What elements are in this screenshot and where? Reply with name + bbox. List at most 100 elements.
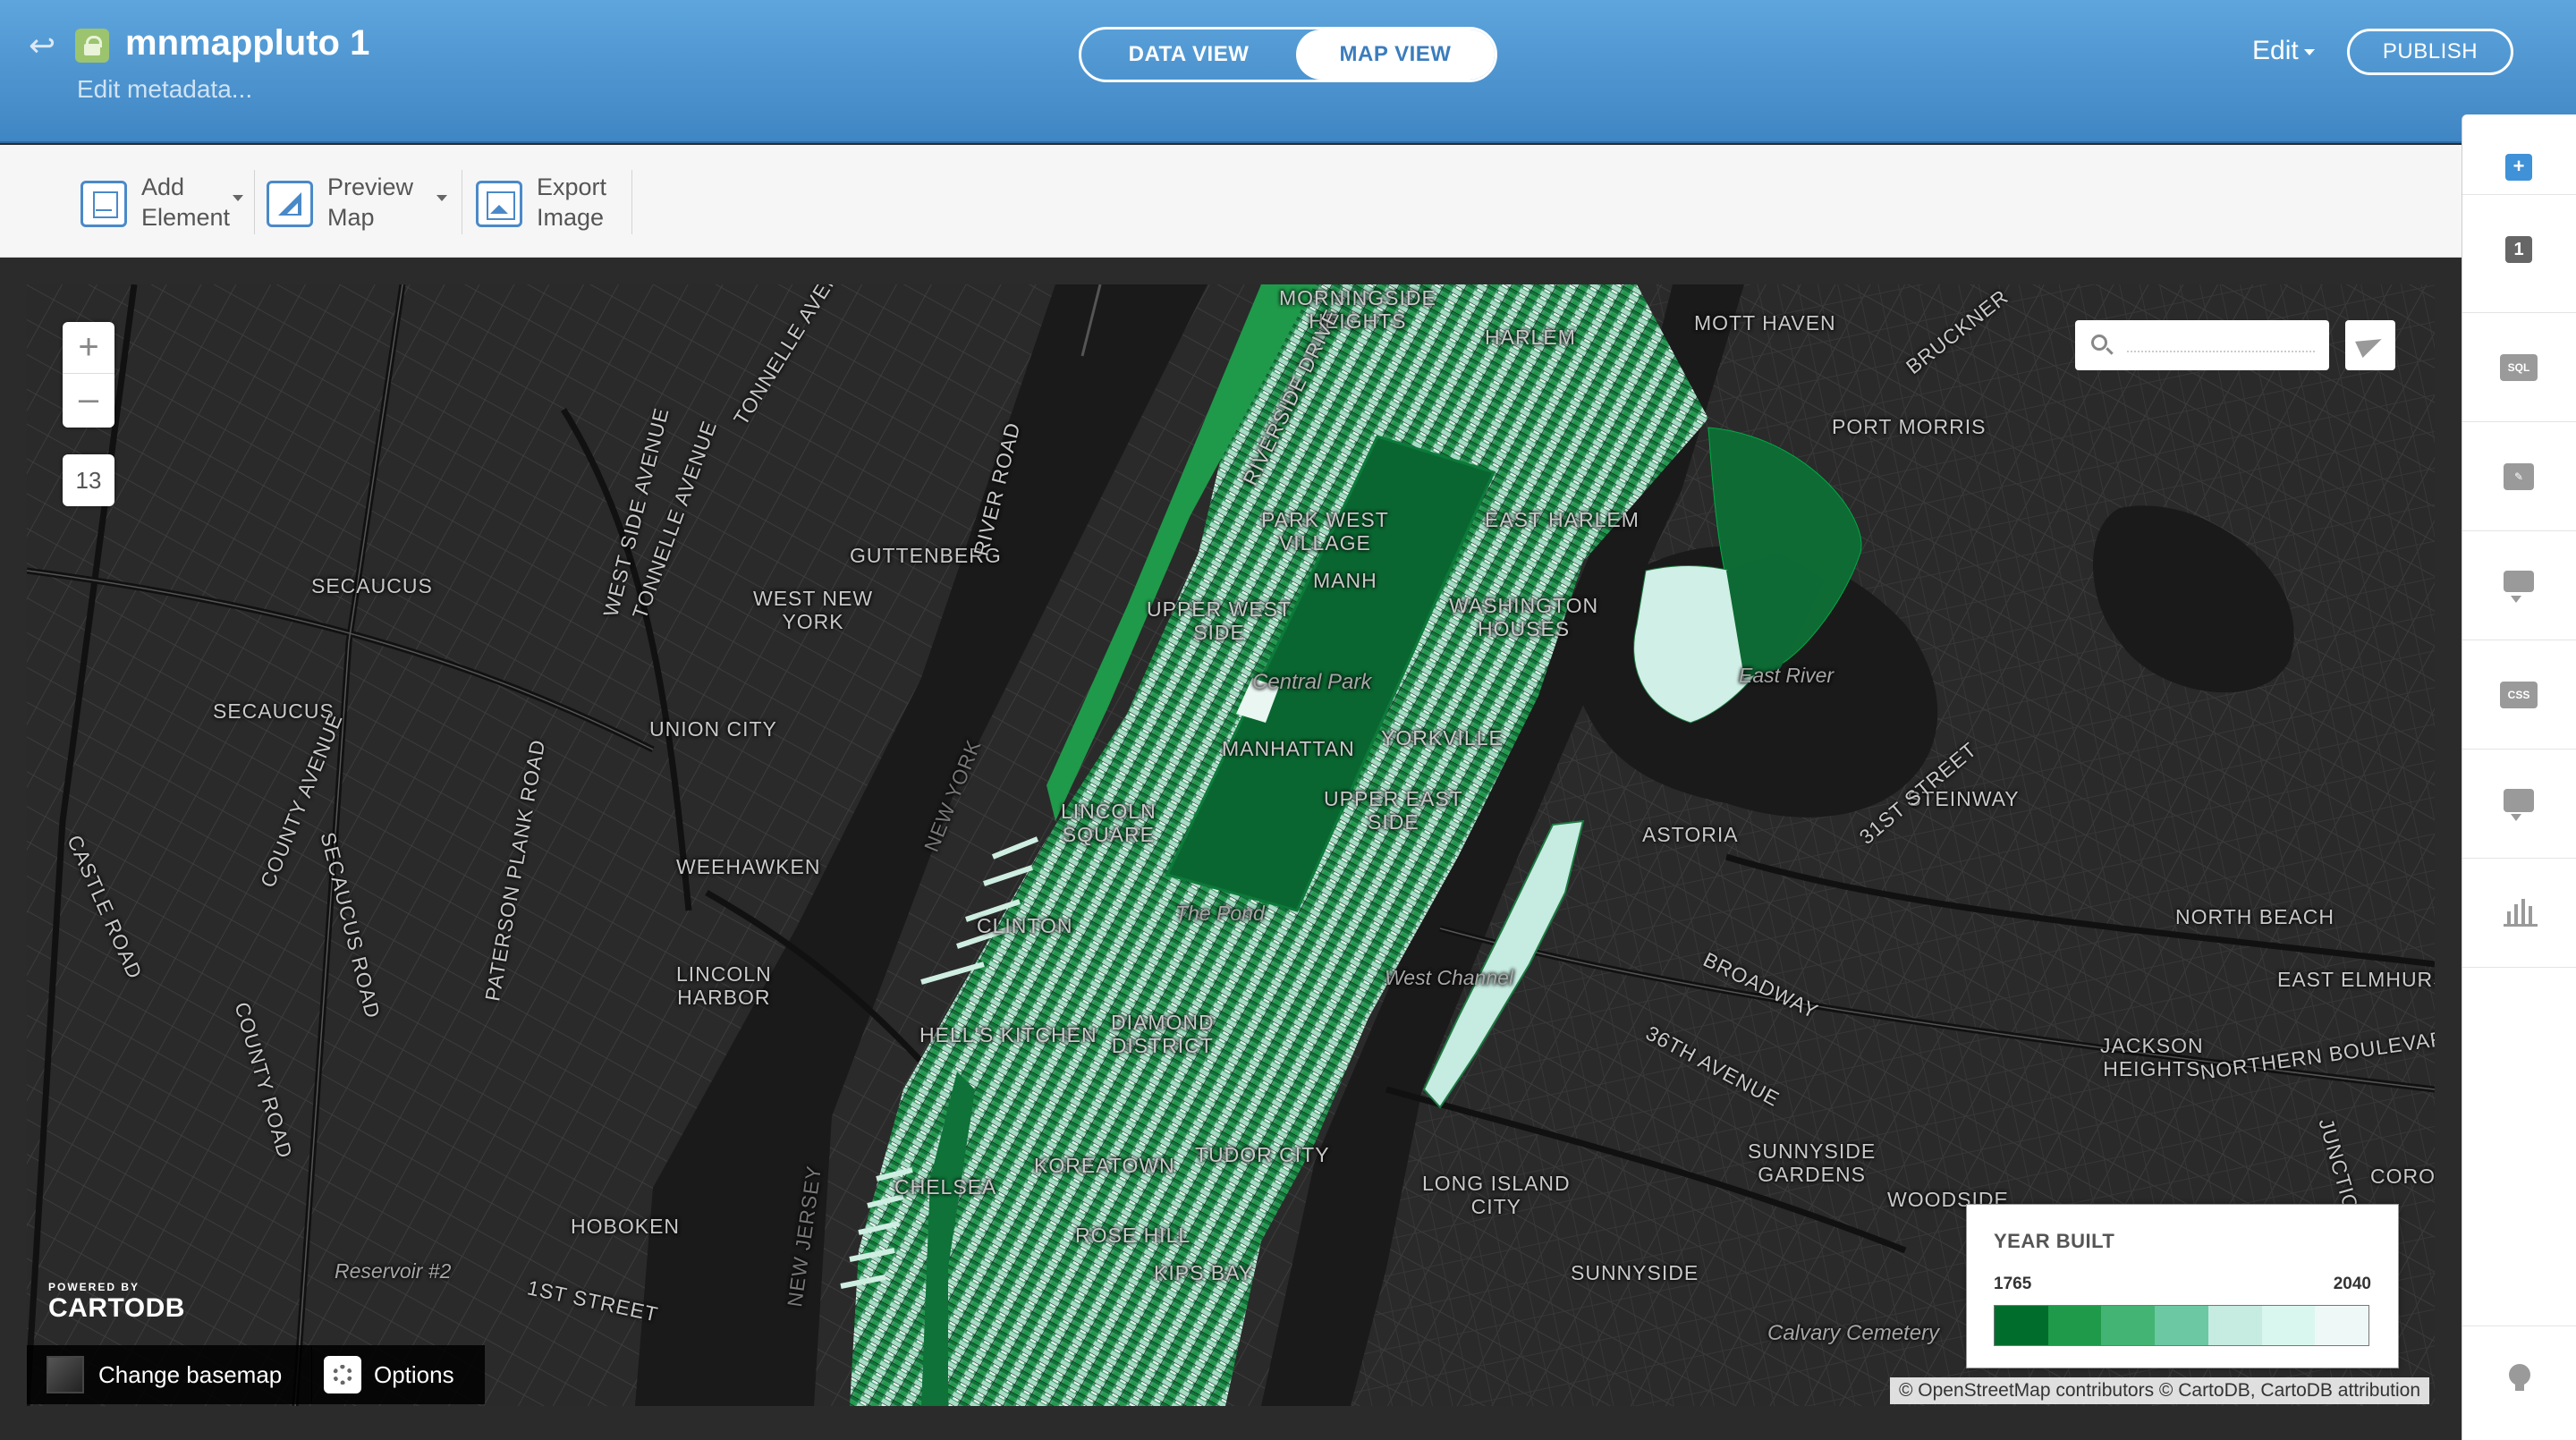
sidebar-item-infowindow[interactable] [2462,531,2576,640]
legend-min: 1765 [1994,1275,2032,1293]
edit-metadata-link[interactable]: Edit metadata... [77,75,252,104]
preview-map-label-2: Map [327,204,375,231]
chevron-down-icon [2303,48,2315,55]
sidebar-item-tips[interactable] [2462,1326,2576,1435]
map-label-park-west: PARK WEST VILLAGE [1261,508,1389,555]
map-label-sunnyside: SUNNYSIDE [1571,1261,1699,1284]
search-icon [2091,335,2107,351]
sidebar-item-wizards[interactable]: ✎ [2462,422,2576,531]
sidebar-item-css[interactable]: CSS [2462,640,2576,750]
gear-icon [324,1356,361,1393]
map-label-secaucus-2: SECAUCUS [213,699,335,723]
map-label-lincoln-square: LINCOLN SQUARE [1061,800,1157,846]
map-label-sunnyside-gardens: SUNNYSIDE GARDENS [1748,1139,1877,1186]
preview-map-button[interactable]: Preview Map [267,172,454,234]
map-label-hoboken: HOBOKEN [571,1215,681,1238]
legend-swatch-6 [2261,1306,2316,1345]
map-label-jackson-heights: JACKSON HEIGHTS [2100,1034,2204,1080]
data-view-tab[interactable]: DATA VIEW [1081,30,1296,80]
app-header: ↩ mnmappluto 1 Edit metadata... DATA VIE… [0,0,2576,143]
map-canvas[interactable]: MORNINGSIDE HEIGHTS HARLEM MOTT HAVEN POR… [27,284,2435,1406]
map-label-weehawken: WEEHAWKEN [676,855,821,878]
toolbar-divider [254,170,255,234]
map-label-morningside: MORNINGSIDE HEIGHTS [1279,286,1436,333]
map-label-tudor: TUDOR CITY [1195,1143,1330,1166]
zoom-level-indicator: 13 [63,454,114,506]
map-label-reservoir: Reservoir #2 [335,1259,452,1283]
publish-button[interactable]: PUBLISH [2347,29,2513,75]
map-search-box[interactable] [2075,320,2329,370]
chevron-down-icon[interactable] [233,195,243,201]
map-label-diamond: DIAMOND DISTRICT [1111,1011,1215,1057]
map-label-washington-houses: WASHINGTON HOUSES [1449,594,1599,640]
map-label-calvary: Calvary Cemetery [1767,1321,1940,1345]
sidebar-item-add-layer[interactable]: + [2462,114,2576,195]
css-icon: CSS [2500,682,2538,708]
layer-number-icon: 1 [2505,236,2532,263]
map-label-yorkville: YORKVILLE [1381,726,1504,750]
basemap-thumbnail-icon [47,1356,84,1393]
sidebar-item-layer-1[interactable]: 1 [2462,195,2576,313]
map-label-manhattan: MANHATTAN [1222,737,1355,760]
options-label: Options [374,1361,454,1388]
map-label-coro: CORO [2370,1165,2435,1188]
map-label-clinton: CLINTON [977,914,1073,937]
map-label-union-city: UNION CITY [649,717,777,741]
map-label-hells-kitchen: HELL'S KITCHEN [919,1023,1097,1046]
layer-sidebar: + 1 SQL ✎ CSS [2462,114,2576,1440]
map-label-west-channel: West Channel [1385,966,1514,989]
search-input[interactable] [2127,351,2315,352]
map-label-east-river: East River [1739,664,1835,687]
add-element-label-2: Element [141,204,231,231]
edit-menu-label: Edit [2252,36,2299,65]
chevron-down-icon[interactable] [436,195,447,201]
legend-swatch-2 [2047,1306,2102,1345]
legend-swatch-3 [2101,1306,2156,1345]
edit-menu[interactable]: Edit [2252,36,2315,66]
export-image-label-1: Export [537,174,607,200]
legend-swatch-5 [2207,1306,2262,1345]
change-basemap-button[interactable]: Change basemap [27,1345,313,1404]
zoom-control: + – [63,322,114,428]
map-label-koreatown: KOREATOWN [1034,1154,1175,1177]
add-element-icon [80,181,127,227]
sidebar-item-filters[interactable] [2462,859,2576,968]
map-label-central-park: Central Park [1252,670,1372,694]
export-image-button[interactable]: Export Image [476,172,628,234]
change-basemap-label: Change basemap [98,1361,283,1388]
sidebar-item-sql[interactable]: SQL [2462,313,2576,422]
map-label-long-island-city: LONG ISLAND CITY [1422,1172,1571,1218]
export-image-label-2: Image [537,204,605,231]
options-button[interactable]: Options [311,1345,485,1404]
infowindow-icon [2504,571,2534,603]
lock-icon[interactable] [75,29,109,63]
map-attribution[interactable]: © OpenStreetMap contributors © CartoDB, … [1889,1377,2429,1404]
legend-color-ramp [1994,1305,2369,1346]
dataset-title[interactable]: mnmappluto 1 [125,23,369,64]
map-label-secaucus-1: SECAUCUS [311,574,433,597]
sidebar-item-legends[interactable] [2462,750,2576,859]
view-toggle: DATA VIEW MAP VIEW [1079,27,1497,82]
back-arrow-icon[interactable]: ↩ [29,30,61,62]
map-label-manh: MANH [1313,569,1377,592]
map-label-mott-haven: MOTT HAVEN [1694,311,1836,335]
legend-max: 2040 [2333,1275,2371,1293]
add-element-button[interactable]: Add Element [80,172,250,234]
map-label-east-harlem: EAST HARLEM [1485,508,1640,531]
cartodb-brand: CARTODB [48,1293,185,1323]
zoom-in-button[interactable]: + [63,322,114,374]
export-image-icon [476,181,522,227]
map-view-tab[interactable]: MAP VIEW [1296,30,1495,80]
zoom-out-button[interactable]: – [63,374,114,426]
map-legend: YEAR BUILT 1765 2040 [1966,1204,2399,1368]
map-label-upper-east: UPPER EAST SIDE [1324,787,1463,834]
map-label-chelsea: CHELSEA [894,1175,997,1199]
map-label-lincoln-harbor: LINCOLN HARBOR [676,962,772,1009]
map-label-upper-west: UPPER WEST SIDE [1147,597,1292,644]
share-button[interactable] [2345,320,2395,370]
preview-map-label-1: Preview [327,174,414,200]
map-label-kips-bay: KIPS BAY [1154,1261,1254,1284]
filters-icon [2504,899,2538,927]
map-label-the-pond: The Pond [1175,902,1265,925]
plus-icon: + [2505,154,2532,181]
